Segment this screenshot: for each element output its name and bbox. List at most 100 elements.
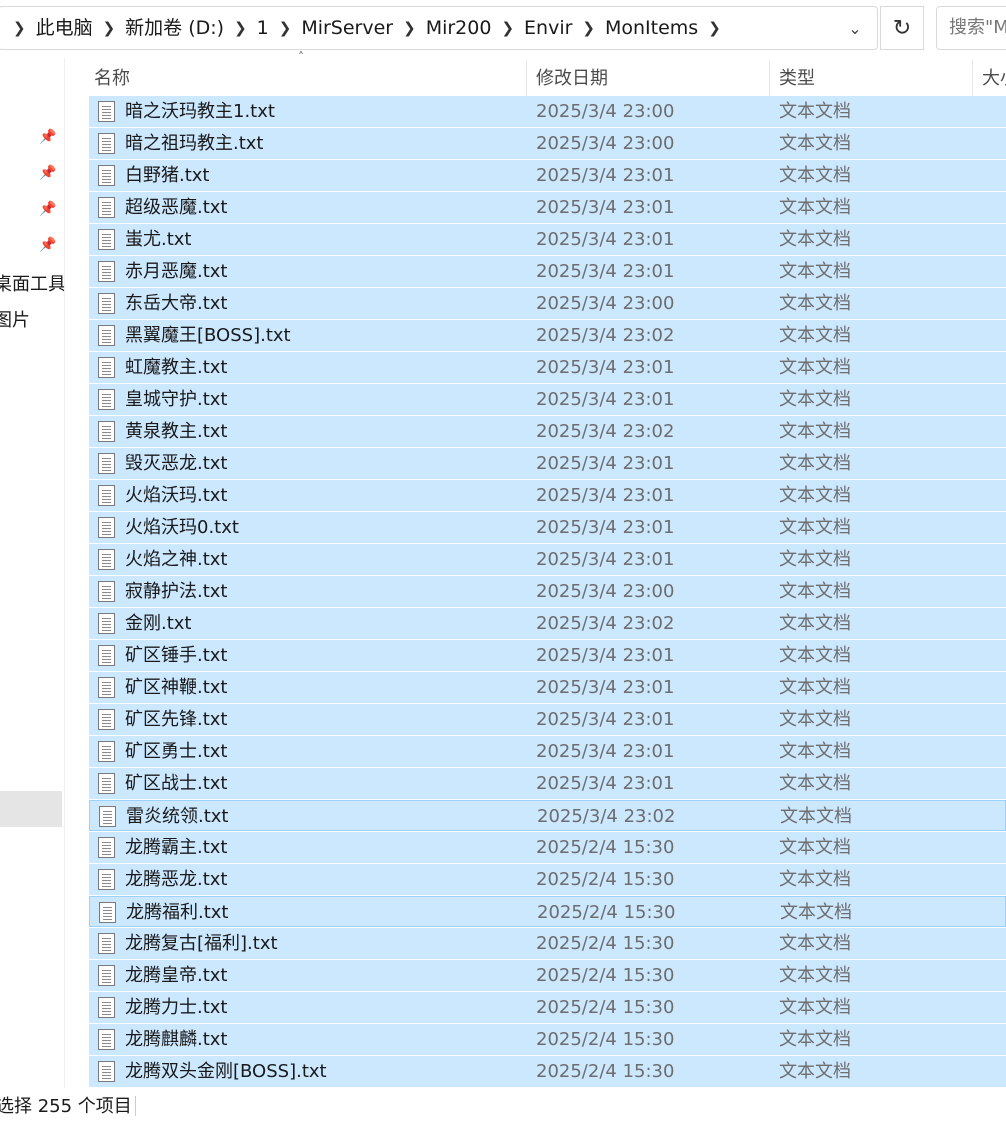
file-row[interactable]: 矿区先锋.txt 2025/3/4 23:01 文本文档	[89, 704, 1006, 735]
file-row[interactable]: 黄泉教主.txt 2025/3/4 23:02 文本文档	[89, 416, 1006, 447]
file-row[interactable]: 暗之沃玛教主1.txt 2025/3/4 23:00 文本文档	[89, 96, 1006, 127]
column-divider[interactable]	[972, 60, 973, 98]
nav-item-pictures[interactable]: 图片	[0, 306, 30, 332]
chevron-right-icon[interactable]: ❯	[399, 7, 420, 49]
file-row[interactable]: 寂静护法.txt 2025/3/4 23:00 文本文档	[89, 576, 1006, 607]
file-name: 东岳大帝.txt	[125, 293, 228, 314]
column-divider[interactable]	[526, 60, 527, 98]
breadcrumb[interactable]: ❯ 此电脑 ❯ 新加卷 (D:) ❯ 1 ❯ MirServer ❯ Mir200 ❯ Envir ❯ M…	[0, 6, 878, 50]
chevron-right-icon[interactable]: ❯	[9, 7, 30, 49]
file-type: 文本文档	[779, 709, 851, 730]
file-type: 文本文档	[779, 357, 851, 378]
file-name: 矿区锤手.txt	[125, 645, 228, 666]
breadcrumb-item[interactable]: 新加卷 (D:)	[119, 7, 230, 49]
file-type: 文本文档	[779, 485, 851, 506]
file-row[interactable]: 火焰沃玛0.txt 2025/3/4 23:01 文本文档	[89, 512, 1006, 543]
file-row[interactable]: 龙腾麒麟.txt 2025/2/4 15:30 文本文档	[89, 1024, 1006, 1055]
file-name: 火焰沃玛.txt	[125, 485, 228, 506]
file-row[interactable]: 龙腾力士.txt 2025/2/4 15:30 文本文档	[89, 992, 1006, 1023]
search-input[interactable]	[947, 16, 1006, 39]
refresh-button[interactable]: ↻	[880, 6, 924, 50]
address-bar: ❯ 此电脑 ❯ 新加卷 (D:) ❯ 1 ❯ MirServer ❯ Mir200 ❯ Envir ❯ M…	[0, 0, 1006, 58]
file-date: 2025/3/4 23:01	[536, 549, 675, 570]
file-date: 2025/3/4 23:01	[536, 453, 675, 474]
text-file-icon	[98, 613, 115, 634]
file-row[interactable]: 白野猪.txt 2025/3/4 23:01 文本文档	[89, 160, 1006, 191]
file-type: 文本文档	[779, 741, 851, 762]
file-row[interactable]: 矿区勇士.txt 2025/3/4 23:01 文本文档	[89, 736, 1006, 767]
file-date: 2025/3/4 23:01	[536, 389, 675, 410]
chevron-right-icon[interactable]: ❯	[275, 7, 296, 49]
file-date: 2025/2/4 15:30	[536, 965, 675, 986]
file-row[interactable]: 黑翼魔王[BOSS].txt 2025/3/4 23:02 文本文档	[89, 320, 1006, 351]
breadcrumb-item[interactable]: Envir	[518, 7, 578, 49]
file-row[interactable]: 蚩尤.txt 2025/3/4 23:01 文本文档	[89, 224, 1006, 255]
file-row[interactable]: 龙腾福利.txt 2025/2/4 15:30 文本文档	[89, 896, 1006, 927]
file-date: 2025/3/4 23:01	[536, 357, 675, 378]
file-row[interactable]: 矿区战士.txt 2025/3/4 23:01 文本文档	[89, 768, 1006, 799]
file-row[interactable]: 龙腾双头金刚[BOSS].txt 2025/2/4 15:30 文本文档	[89, 1056, 1006, 1087]
file-row[interactable]: 龙腾恶龙.txt 2025/2/4 15:30 文本文档	[89, 864, 1006, 895]
file-row[interactable]: 龙腾复古[福利].txt 2025/2/4 15:30 文本文档	[89, 928, 1006, 959]
text-file-icon	[98, 677, 115, 698]
file-row[interactable]: 矿区神鞭.txt 2025/3/4 23:01 文本文档	[89, 672, 1006, 703]
text-file-icon	[98, 709, 115, 730]
column-divider[interactable]	[769, 60, 770, 98]
text-file-icon	[98, 261, 115, 282]
file-name: 超级恶魔.txt	[125, 197, 228, 218]
file-date: 2025/2/4 15:30	[536, 1061, 675, 1082]
file-type: 文本文档	[779, 581, 851, 602]
column-name-header[interactable]: 名称	[94, 58, 130, 100]
breadcrumb-item[interactable]: 此电脑	[30, 7, 99, 49]
file-row[interactable]: 龙腾皇帝.txt 2025/2/4 15:30 文本文档	[89, 960, 1006, 991]
file-date: 2025/3/4 23:01	[536, 485, 675, 506]
file-name: 赤月恶魔.txt	[125, 261, 228, 282]
column-date-header[interactable]: 修改日期	[536, 58, 608, 100]
file-row[interactable]: 火焰沃玛.txt 2025/3/4 23:01 文本文档	[89, 480, 1006, 511]
chevron-right-icon[interactable]: ❯	[99, 7, 120, 49]
file-row[interactable]: 赤月恶魔.txt 2025/3/4 23:01 文本文档	[89, 256, 1006, 287]
breadcrumb-item[interactable]: MirServer	[295, 7, 399, 49]
chevron-right-icon[interactable]: ❯	[230, 7, 251, 49]
file-row[interactable]: 火焰之神.txt 2025/3/4 23:01 文本文档	[89, 544, 1006, 575]
breadcrumb-item[interactable]: MonItems	[599, 7, 704, 49]
breadcrumb-item[interactable]: 1	[251, 7, 275, 49]
file-date: 2025/3/4 23:01	[536, 197, 675, 218]
file-date: 2025/3/4 23:01	[536, 677, 675, 698]
nav-item-desktop-tools[interactable]: 桌面工具	[0, 270, 66, 296]
file-name: 矿区勇士.txt	[125, 741, 228, 762]
file-name: 白野猪.txt	[125, 165, 210, 186]
file-type: 文本文档	[779, 773, 851, 794]
breadcrumb-item[interactable]: Mir200	[420, 7, 498, 49]
file-date: 2025/3/4 23:01	[536, 229, 675, 250]
chevron-down-icon[interactable]: ⌄	[833, 7, 877, 49]
file-row[interactable]: 皇城守护.txt 2025/3/4 23:01 文本文档	[89, 384, 1006, 415]
column-size-header[interactable]: 大小	[982, 58, 1006, 100]
chevron-right-icon[interactable]: ❯	[497, 7, 518, 49]
file-row[interactable]: 龙腾霸主.txt 2025/2/4 15:30 文本文档	[89, 832, 1006, 863]
file-row[interactable]: 东岳大帝.txt 2025/3/4 23:00 文本文档	[89, 288, 1006, 319]
file-row[interactable]: 雷炎统领.txt 2025/3/4 23:02 文本文档	[89, 800, 1006, 831]
file-row[interactable]: 虹魔教主.txt 2025/3/4 23:01 文本文档	[89, 352, 1006, 383]
refresh-icon: ↻	[892, 15, 912, 41]
file-row[interactable]: 矿区锤手.txt 2025/3/4 23:01 文本文档	[89, 640, 1006, 671]
file-type: 文本文档	[779, 293, 851, 314]
text-file-icon	[98, 293, 115, 314]
chevron-right-icon[interactable]: ❯	[704, 7, 725, 49]
file-row[interactable]: 毁灭恶龙.txt 2025/3/4 23:01 文本文档	[89, 448, 1006, 479]
file-type: 文本文档	[779, 389, 851, 410]
file-row[interactable]: 金刚.txt 2025/3/4 23:02 文本文档	[89, 608, 1006, 639]
file-name: 龙腾双头金刚[BOSS].txt	[125, 1061, 327, 1082]
column-type-header[interactable]: 类型	[779, 58, 815, 100]
file-type: 文本文档	[779, 517, 851, 538]
file-type: 文本文档	[779, 933, 851, 954]
file-row[interactable]: 超级恶魔.txt 2025/3/4 23:01 文本文档	[89, 192, 1006, 223]
text-file-icon	[98, 645, 115, 666]
file-row[interactable]: 暗之祖玛教主.txt 2025/3/4 23:00 文本文档	[89, 128, 1006, 159]
text-file-icon	[98, 485, 115, 506]
chevron-right-icon[interactable]: ❯	[578, 7, 599, 49]
nav-item-selected[interactable]	[0, 791, 62, 827]
search-box[interactable]	[936, 6, 1006, 50]
pane-divider[interactable]	[64, 58, 65, 1088]
text-file-icon	[98, 773, 115, 794]
